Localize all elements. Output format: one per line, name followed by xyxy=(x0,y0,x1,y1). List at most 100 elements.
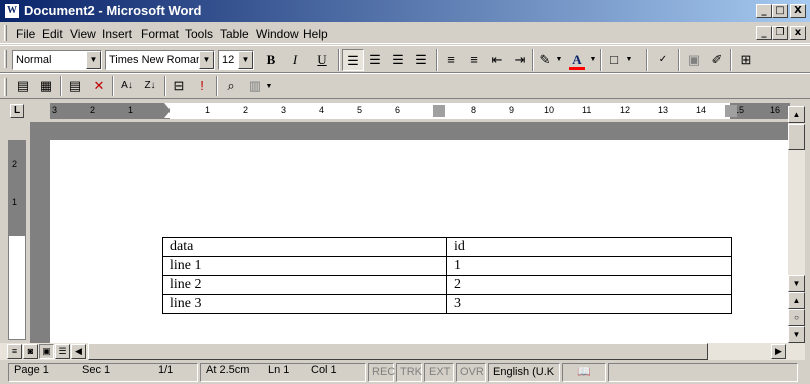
hanging-indent-marker[interactable] xyxy=(164,112,174,118)
sort-ascending-icon[interactable]: A↓ xyxy=(116,75,138,97)
document-page[interactable]: data id line 1 1 line 2 2 line 33 xyxy=(50,140,788,343)
table-row[interactable]: line 22 xyxy=(162,275,732,295)
font-combo[interactable]: Times New Roman ▼ xyxy=(105,50,215,70)
scroll-thumb[interactable] xyxy=(788,124,805,150)
next-page-button[interactable]: ▼ xyxy=(788,326,805,343)
menu-grip[interactable] xyxy=(4,25,7,41)
status-trk[interactable]: TRK xyxy=(396,363,422,382)
table-header-row[interactable]: data id xyxy=(162,237,732,257)
select-browse-object-button[interactable]: ○ xyxy=(788,309,805,326)
add-record-icon[interactable]: ▤ xyxy=(64,75,86,97)
scroll-down-button[interactable]: ▼ xyxy=(788,275,805,292)
table-cell[interactable]: line 2 xyxy=(162,275,447,295)
document-close-button[interactable]: x xyxy=(790,26,806,40)
menu-help[interactable]: Help xyxy=(303,27,328,41)
tab-selector[interactable]: L xyxy=(10,104,24,118)
column-marker[interactable] xyxy=(433,105,445,117)
style-combo[interactable]: Normal ▼ xyxy=(12,50,102,70)
toolbar-grip[interactable] xyxy=(4,50,7,68)
align-left-icon[interactable]: ☰ xyxy=(342,49,364,71)
document-map-icon[interactable]: ⊞ xyxy=(735,49,757,71)
print-layout-icon[interactable]: ▣ xyxy=(39,344,54,359)
web-layout-icon[interactable]: ◙ xyxy=(23,344,38,359)
menu-tools[interactable]: Tools xyxy=(185,27,213,41)
paste-icon[interactable]: ▣ xyxy=(683,49,705,71)
toolbar-grip[interactable] xyxy=(4,78,7,96)
table-row[interactable]: line 33 xyxy=(162,294,732,314)
numbering-icon[interactable]: ≡ xyxy=(440,49,462,71)
chevron-down-icon[interactable]: ▼ xyxy=(588,49,598,71)
first-line-indent-marker[interactable] xyxy=(164,103,174,109)
size-combo[interactable]: 12 ▼ xyxy=(218,50,254,70)
highlight-icon[interactable]: ✎ xyxy=(534,49,556,71)
table-cell[interactable]: line 3 xyxy=(162,294,447,314)
menu-edit[interactable]: Edit xyxy=(42,27,63,41)
scroll-up-button[interactable]: ▲ xyxy=(788,106,805,123)
table-cell[interactable]: 3 xyxy=(446,294,732,314)
sort-descending-icon[interactable]: Z↓ xyxy=(139,75,161,97)
align-right-icon[interactable]: ☰ xyxy=(387,49,409,71)
scroll-right-button[interactable]: ▶ xyxy=(771,344,786,359)
data-form-icon[interactable]: ▤ xyxy=(12,75,34,97)
menu-view[interactable]: View xyxy=(70,27,96,41)
bullets-icon[interactable]: ≡ xyxy=(463,49,485,71)
ruler-number: 2 xyxy=(243,105,249,115)
justify-icon[interactable]: ☰ xyxy=(410,49,432,71)
previous-page-button[interactable]: ▲ xyxy=(788,292,805,309)
delete-record-icon[interactable]: ✕ xyxy=(88,75,110,97)
manage-fields-icon[interactable]: ▦ xyxy=(35,75,57,97)
vertical-ruler[interactable]: 2 1 xyxy=(8,140,26,340)
borders-icon[interactable]: □ xyxy=(603,49,625,71)
vertical-scrollbar[interactable]: ▲ ▼ ▲ ○ ▼ xyxy=(788,106,805,343)
align-center-icon[interactable]: ☰ xyxy=(364,49,386,71)
word-app-icon[interactable]: W xyxy=(4,3,20,19)
format-painter-icon[interactable]: ✐ xyxy=(706,49,728,71)
chevron-down-icon[interactable]: ▼ xyxy=(238,51,253,69)
table-cell[interactable]: line 1 xyxy=(162,256,447,276)
table-cell[interactable]: 1 xyxy=(446,256,732,276)
scroll-left-button[interactable]: ◀ xyxy=(71,344,86,359)
increase-indent-icon[interactable]: ⇥ xyxy=(509,49,531,71)
spelling-status-icon[interactable]: 📖 xyxy=(562,363,606,382)
minimize-button[interactable]: _ xyxy=(756,4,772,18)
menu-window[interactable]: Window xyxy=(256,27,299,41)
underline-button[interactable]: U xyxy=(311,49,333,71)
update-field-icon[interactable]: ! xyxy=(191,75,213,97)
status-ovr[interactable]: OVR xyxy=(456,363,486,382)
status-rec[interactable]: REC xyxy=(368,363,395,382)
menu-table[interactable]: Table xyxy=(220,27,249,41)
menu-file[interactable]: File xyxy=(16,27,35,41)
horizontal-scrollbar[interactable]: ≡ ◙ ▣ ☰ ◀ ▶ xyxy=(0,343,805,360)
mail-merge-icon[interactable]: ▥ xyxy=(244,75,266,97)
menu-insert[interactable]: Insert xyxy=(102,27,132,41)
insert-database-icon[interactable]: ⊟ xyxy=(168,75,190,97)
chevron-down-icon[interactable]: ▼ xyxy=(554,49,564,71)
close-button[interactable]: X xyxy=(790,4,806,18)
bold-button[interactable]: B xyxy=(260,49,282,71)
italic-button[interactable]: I xyxy=(284,49,306,71)
outline-view-icon[interactable]: ☰ xyxy=(55,344,70,359)
table-row[interactable]: line 11 xyxy=(162,256,732,276)
horizontal-ruler[interactable]: 3 2 1 1 2 3 4 5 6 7 8 9 10 11 12 13 14 1… xyxy=(50,103,790,119)
table-cell[interactable]: 2 xyxy=(446,275,732,295)
column-marker[interactable] xyxy=(725,105,737,117)
menu-format[interactable]: Format xyxy=(141,27,179,41)
chevron-down-icon[interactable]: ▼ xyxy=(624,49,634,71)
document-minimize-button[interactable]: _ xyxy=(756,26,772,40)
chevron-down-icon[interactable]: ▼ xyxy=(199,51,214,69)
document-table[interactable]: data id line 1 1 line 2 2 line 33 xyxy=(162,237,732,314)
document-restore-button[interactable]: ❐ xyxy=(772,26,788,40)
status-ext[interactable]: EXT xyxy=(424,363,454,382)
horizontal-scroll-thumb[interactable] xyxy=(88,343,708,360)
status-language[interactable]: English (U.K xyxy=(488,363,560,382)
vertical-ruler-margin xyxy=(9,141,25,236)
chevron-down-icon[interactable]: ▼ xyxy=(86,51,101,69)
decrease-indent-icon[interactable]: ⇤ xyxy=(486,49,508,71)
normal-view-icon[interactable]: ≡ xyxy=(7,344,22,359)
spelling-icon[interactable]: ✓ xyxy=(652,49,674,71)
chevron-down-icon[interactable]: ▼ xyxy=(264,76,274,98)
table-cell[interactable]: id xyxy=(446,237,732,257)
maximize-button[interactable]: □ xyxy=(772,4,788,18)
find-record-icon[interactable]: ⌕ xyxy=(220,75,242,97)
table-cell[interactable]: data xyxy=(162,237,447,257)
